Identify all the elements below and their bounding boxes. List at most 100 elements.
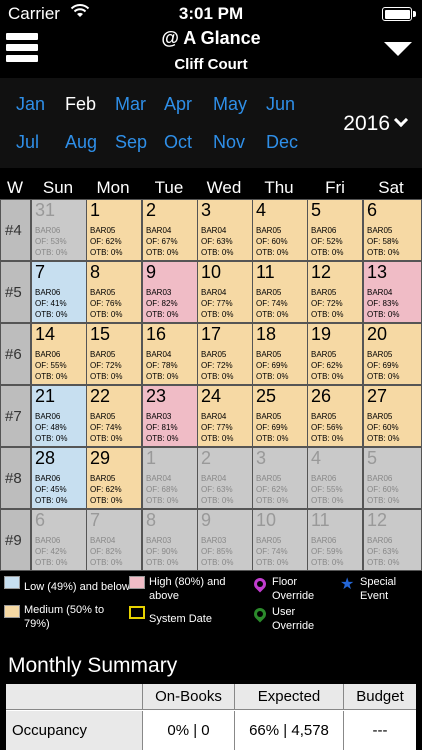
on-the-books: OTB: 0%: [146, 558, 179, 567]
forecast-occupancy: OF: 83%: [367, 299, 399, 308]
weekday-header: W Sun Mon Tue Wed Thu Fri Sat: [0, 174, 422, 198]
calendar-day-cell[interactable]: 3 BAR05 OF: 62% OTB: 0%: [252, 447, 308, 509]
on-the-books: OTB: 0%: [256, 496, 289, 505]
calendar-day-cell[interactable]: 7 BAR04 OF: 82% OTB: 0%: [86, 509, 142, 571]
calendar-day-cell[interactable]: 13 BAR04 OF: 83% OTB: 0%: [363, 261, 422, 323]
forecast-occupancy: OF: 63%: [201, 485, 233, 494]
calendar-day-cell[interactable]: 9 BAR03 OF: 82% OTB: 0%: [142, 261, 198, 323]
week-label: #9: [0, 509, 31, 571]
bar-code: BAR05: [256, 474, 282, 483]
day-number: 24: [201, 386, 222, 406]
calendar-day-cell[interactable]: 31 BAR06 OF: 53% OTB: 0%: [31, 199, 87, 261]
calendar-day-cell[interactable]: 6 BAR05 OF: 58% OTB: 0%: [363, 199, 422, 261]
summary-budget-value: ---: [344, 711, 416, 750]
year-select[interactable]: 2016: [343, 112, 409, 136]
calendar-day-cell[interactable]: 29 BAR05 OF: 62% OTB: 0%: [86, 447, 142, 509]
calendar-day-cell[interactable]: 20 BAR05 OF: 69% OTB: 0%: [363, 323, 422, 385]
calendar-day-cell[interactable]: 7 BAR06 OF: 41% OTB: 0%: [31, 261, 87, 323]
calendar-day-cell[interactable]: 19 BAR05 OF: 62% OTB: 0%: [307, 323, 363, 385]
bar-code: BAR05: [311, 350, 337, 359]
month-feb[interactable]: Feb: [65, 94, 96, 115]
legend-special-event-label: Special Event: [360, 576, 397, 602]
bar-code: BAR05: [90, 226, 116, 235]
month-jul[interactable]: Jul: [16, 132, 39, 153]
chevron-down-icon: [393, 112, 409, 128]
on-the-books: OTB: 0%: [256, 372, 289, 381]
day-number: 22: [90, 386, 111, 406]
bar-code: BAR03: [146, 412, 172, 421]
day-number: 13: [367, 262, 388, 282]
month-aug[interactable]: Aug: [65, 132, 97, 153]
calendar-day-cell[interactable]: 11 BAR05 OF: 74% OTB: 0%: [252, 261, 308, 323]
status-bar: Carrier 3:01 PM: [0, 0, 422, 28]
calendar-day-cell[interactable]: 4 BAR06 OF: 55% OTB: 0%: [307, 447, 363, 509]
on-the-books: OTB: 0%: [367, 434, 400, 443]
calendar-day-cell[interactable]: 18 BAR05 OF: 69% OTB: 0%: [252, 323, 308, 385]
on-the-books: OTB: 0%: [201, 434, 234, 443]
month-jan[interactable]: Jan: [16, 94, 45, 115]
on-the-books: OTB: 0%: [256, 248, 289, 257]
calendar-day-cell[interactable]: 28 BAR06 OF: 45% OTB: 0%: [31, 447, 87, 509]
on-the-books: OTB: 0%: [201, 558, 234, 567]
calendar-day-cell[interactable]: 1 BAR04 OF: 68% OTB: 0%: [142, 447, 198, 509]
calendar-day-cell[interactable]: 16 BAR04 OF: 78% OTB: 0%: [142, 323, 198, 385]
month-apr[interactable]: Apr: [164, 94, 192, 115]
forecast-occupancy: OF: 41%: [35, 299, 67, 308]
forecast-occupancy: OF: 69%: [256, 361, 288, 370]
calendar-day-cell[interactable]: 21 BAR06 OF: 48% OTB: 0%: [31, 385, 87, 447]
bar-code: BAR05: [256, 536, 282, 545]
month-sep[interactable]: Sep: [115, 132, 147, 153]
month-oct[interactable]: Oct: [164, 132, 192, 153]
forecast-occupancy: OF: 45%: [35, 485, 67, 494]
day-number: 6: [367, 200, 378, 220]
calendar-day-cell[interactable]: 5 BAR06 OF: 52% OTB: 0%: [307, 199, 363, 261]
on-the-books: OTB: 0%: [146, 248, 179, 257]
forecast-occupancy: OF: 72%: [90, 361, 122, 370]
calendar-day-cell[interactable]: 10 BAR04 OF: 77% OTB: 0%: [197, 261, 253, 323]
calendar-day-cell[interactable]: 2 BAR04 OF: 67% OTB: 0%: [142, 199, 198, 261]
bar-code: BAR03: [201, 536, 227, 545]
month-mar[interactable]: Mar: [115, 94, 146, 115]
week-label: #6: [0, 323, 31, 385]
dropdown-triangle-icon[interactable]: [384, 42, 412, 56]
calendar-day-cell[interactable]: 5 BAR06 OF: 60% OTB: 0%: [363, 447, 422, 509]
on-the-books: OTB: 0%: [146, 496, 179, 505]
day-number: 4: [256, 200, 267, 220]
calendar-day-cell[interactable]: 10 BAR05 OF: 74% OTB: 0%: [252, 509, 308, 571]
calendar-day-cell[interactable]: 12 BAR05 OF: 72% OTB: 0%: [307, 261, 363, 323]
calendar-day-cell[interactable]: 17 BAR05 OF: 72% OTB: 0%: [197, 323, 253, 385]
day-number: 17: [201, 324, 222, 344]
day-number: 29: [90, 448, 111, 468]
calendar-day-cell[interactable]: 11 BAR06 OF: 59% OTB: 0%: [307, 509, 363, 571]
calendar-day-cell[interactable]: 8 BAR03 OF: 90% OTB: 0%: [142, 509, 198, 571]
month-jun[interactable]: Jun: [266, 94, 295, 115]
on-the-books: OTB: 0%: [201, 372, 234, 381]
on-the-books: OTB: 0%: [311, 248, 344, 257]
month-may[interactable]: May: [213, 94, 247, 115]
month-dec[interactable]: Dec: [266, 132, 298, 153]
calendar-day-cell[interactable]: 4 BAR05 OF: 60% OTB: 0%: [252, 199, 308, 261]
summary-table: On-Books Expected Budget Occupancy 0% | …: [6, 684, 416, 750]
calendar-day-cell[interactable]: 6 BAR06 OF: 42% OTB: 0%: [31, 509, 87, 571]
calendar-day-cell[interactable]: 2 BAR04 OF: 63% OTB: 0%: [197, 447, 253, 509]
forecast-occupancy: OF: 55%: [35, 361, 67, 370]
calendar-day-cell[interactable]: 14 BAR06 OF: 55% OTB: 0%: [31, 323, 87, 385]
calendar-day-cell[interactable]: 25 BAR05 OF: 69% OTB: 0%: [252, 385, 308, 447]
calendar-day-cell[interactable]: 23 BAR03 OF: 81% OTB: 0%: [142, 385, 198, 447]
calendar-day-cell[interactable]: 24 BAR04 OF: 77% OTB: 0%: [197, 385, 253, 447]
day-number: 11: [311, 510, 330, 530]
calendar-day-cell[interactable]: 27 BAR05 OF: 60% OTB: 0%: [363, 385, 422, 447]
calendar-day-cell[interactable]: 26 BAR05 OF: 56% OTB: 0%: [307, 385, 363, 447]
calendar-day-cell[interactable]: 9 BAR03 OF: 85% OTB: 0%: [197, 509, 253, 571]
calendar-day-cell[interactable]: 8 BAR05 OF: 76% OTB: 0%: [86, 261, 142, 323]
calendar-day-cell[interactable]: 3 BAR04 OF: 63% OTB: 0%: [197, 199, 253, 261]
day-number: 6: [35, 510, 46, 530]
forecast-occupancy: OF: 52%: [311, 237, 343, 246]
calendar-day-cell[interactable]: 22 BAR05 OF: 74% OTB: 0%: [86, 385, 142, 447]
calendar-day-cell[interactable]: 12 BAR06 OF: 63% OTB: 0%: [363, 509, 422, 571]
day-number: 3: [256, 448, 267, 468]
calendar-day-cell[interactable]: 15 BAR05 OF: 72% OTB: 0%: [86, 323, 142, 385]
month-nov[interactable]: Nov: [213, 132, 245, 153]
calendar-day-cell[interactable]: 1 BAR05 OF: 62% OTB: 0%: [86, 199, 142, 261]
status-time: 3:01 PM: [178, 4, 244, 23]
